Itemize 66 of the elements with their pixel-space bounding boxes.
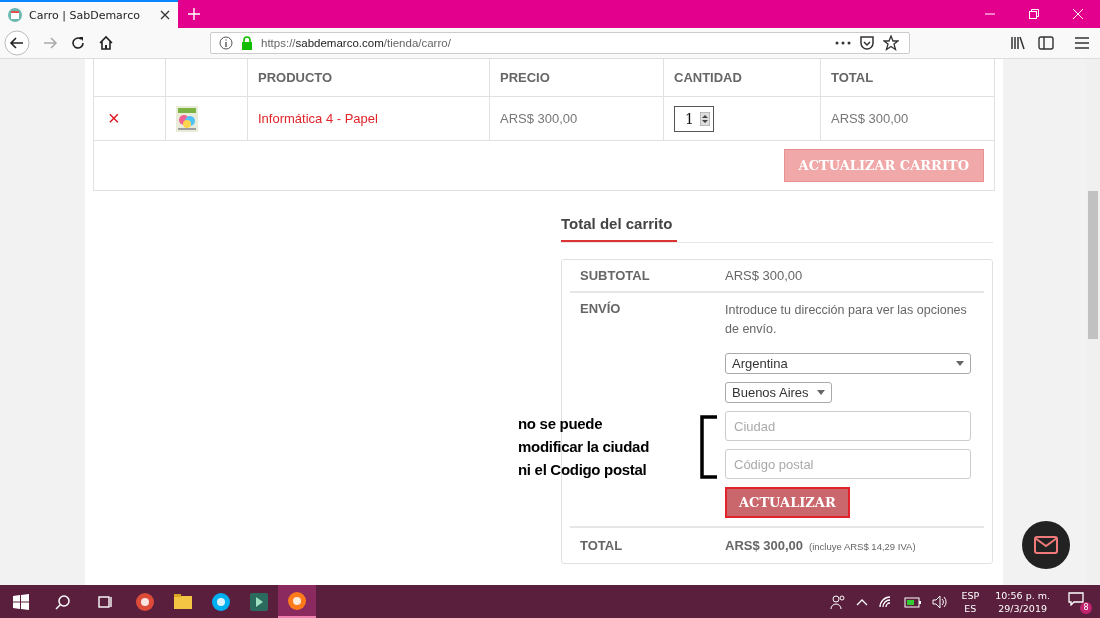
back-icon[interactable] [4,30,30,56]
notification-badge: 8 [1080,601,1092,614]
info-icon[interactable] [219,36,233,50]
home-icon[interactable] [98,35,114,51]
update-button[interactable]: ACTUALIZAR [725,487,850,518]
row-label: SUBTOTAL [580,268,650,283]
annotation-text: no se puede modificar la ciudad ni el Codigo postal [518,414,649,480]
chat-button[interactable] [1022,521,1070,569]
city-field[interactable]: Ciudad [725,411,971,441]
taskbar-app[interactable] [278,585,316,618]
column-header: PRECIO [489,59,663,96]
browser-tab[interactable]: Carro | SabDemarco [0,0,178,28]
spinner-icon[interactable] [699,111,710,126]
tax-note: (incluye ARS$ 14,29 IVA) [809,541,916,552]
table-cell: ARS$ 300,00 [489,97,663,140]
product-link[interactable]: Informática 4 - Papel [258,111,378,126]
row-label: TOTAL [580,538,623,553]
app-icon [211,591,231,612]
country-select[interactable]: Argentina [725,353,971,374]
url-text: https://sabdemarco.com/tienda/carro/ [261,37,451,49]
reload-icon[interactable] [70,35,86,51]
message-icon [1068,591,1084,606]
subtotal-value: ARS$ 300,00 [725,268,804,283]
column-header: TOTAL [820,59,994,96]
table-cell: ARS$ 300,00 [820,97,994,140]
chevron-up-icon[interactable] [856,597,869,606]
people-icon[interactable] [830,593,847,610]
quantity-field[interactable]: 1 [674,105,714,132]
pocket-icon[interactable] [859,35,875,51]
star-icon[interactable] [883,35,899,51]
province-select[interactable]: Buenos Aires [725,382,832,403]
library-icon[interactable] [1010,35,1026,51]
app-icon [173,591,193,612]
sidebar-icon[interactable] [1038,35,1054,51]
caret-icon [956,361,964,366]
caret-icon [816,390,825,395]
search-icon[interactable] [55,593,71,610]
app-icon [249,591,269,612]
remove-button[interactable]: × [104,107,124,130]
clock[interactable]: 10:56 p. m. 29/3/2019 [995,588,1050,615]
speaker-icon[interactable] [932,594,949,609]
new-tab-icon[interactable] [188,8,200,20]
more-icon[interactable] [835,41,851,45]
address-bar[interactable]: https://sabdemarco.com/tienda/carro/ [210,32,910,54]
mail-icon [1034,536,1058,554]
postcode-field[interactable]: Código postal [725,449,971,479]
language-indicator[interactable]: ESP ES [961,588,980,615]
app-icon [287,590,307,611]
column-header: CANTIDAD [663,59,820,96]
tab-title: Carro | SabDemarco [29,8,141,22]
battery-icon[interactable] [904,595,923,608]
bracket-drawing [699,415,719,479]
column-header: PRODUCTO [247,59,489,96]
close-icon[interactable] [160,10,170,20]
app-icon [135,591,155,612]
notifications-button[interactable]: 8 [1066,589,1092,614]
cart-totals-heading: Total del carrito [561,215,993,243]
shipping-text: Introduce tu dirección para ver las opciones de envío. [725,302,968,338]
lock-icon [241,36,253,50]
windows-icon[interactable] [13,593,29,610]
restore-icon[interactable] [1029,9,1039,19]
scrollbar-thumb[interactable] [1088,191,1098,339]
row-label: ENVÍO [580,301,621,316]
task-view-icon[interactable] [97,593,113,610]
menu-icon[interactable] [1074,36,1090,50]
total-value: ARS$ 300,00 [725,538,804,553]
